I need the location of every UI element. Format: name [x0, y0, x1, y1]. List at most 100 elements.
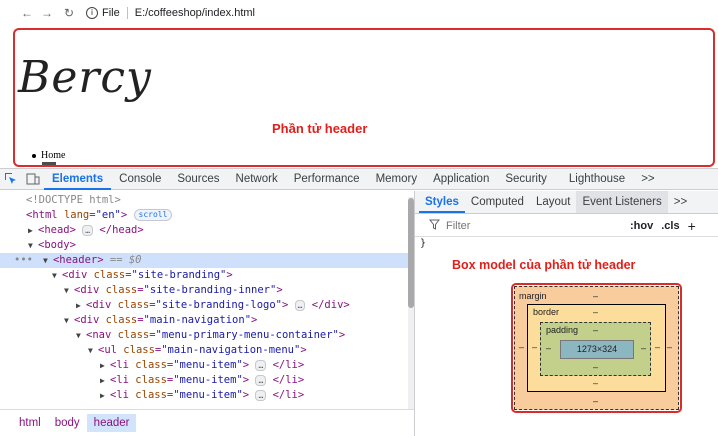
- margin-right-value[interactable]: –: [667, 342, 672, 352]
- new-rule-button[interactable]: +: [688, 218, 696, 234]
- dom-header-selected[interactable]: ••• ▼ <header> == $0: [14, 253, 141, 268]
- node-tag: <li: [110, 374, 136, 386]
- forward-arrow-icon[interactable]: →: [40, 6, 54, 20]
- node-attr-value: "menu-primary-menu-container": [155, 329, 339, 341]
- dom-node-row[interactable]: ▼ <nav class="menu-primary-menu-container…: [76, 328, 345, 343]
- address-bar[interactable]: i File E:/coffeeshop/index.html: [86, 4, 255, 22]
- padding-label: padding: [546, 325, 579, 335]
- inspect-element-icon[interactable]: [0, 169, 22, 189]
- tab-network[interactable]: Network: [228, 169, 286, 189]
- node-tag: <li: [110, 389, 136, 401]
- tab-event-listeners[interactable]: Event Listeners: [576, 191, 668, 213]
- breadcrumb-body[interactable]: body: [48, 414, 87, 432]
- border-left-value[interactable]: –: [532, 342, 537, 352]
- styles-filter-input[interactable]: [446, 219, 626, 232]
- tab-console[interactable]: Console: [111, 169, 169, 189]
- collapse-triangle-icon[interactable]: ▼: [52, 268, 62, 283]
- border-bottom-value[interactable]: –: [593, 378, 598, 388]
- node-attr-name: class: [135, 374, 167, 386]
- border-right-value[interactable]: –: [655, 342, 660, 352]
- node-attr-name: class: [117, 299, 150, 311]
- tab-layout[interactable]: Layout: [530, 191, 577, 213]
- more-tabs-button[interactable]: >>: [633, 169, 662, 189]
- tab-computed[interactable]: Computed: [465, 191, 530, 213]
- node-bracket: >: [338, 329, 346, 341]
- margin-left-value[interactable]: –: [519, 342, 524, 352]
- cls-toggle[interactable]: .cls: [661, 220, 679, 232]
- collapsed-ellipsis[interactable]: …: [255, 359, 267, 371]
- expand-triangle-icon[interactable]: ▶: [100, 373, 110, 388]
- expand-triangle-icon[interactable]: ▶: [100, 358, 110, 373]
- breadcrumb-header[interactable]: header: [86, 414, 137, 432]
- collapsed-ellipsis[interactable]: …: [255, 374, 267, 386]
- dom-node-row[interactable]: ▶ <div class="site-branding-logo"> … </di…: [76, 298, 350, 313]
- border-label: border: [533, 307, 560, 317]
- back-arrow-icon[interactable]: ←: [20, 6, 34, 20]
- more-styles-tabs-button[interactable]: >>: [668, 191, 693, 213]
- collapse-triangle-icon[interactable]: ▼: [64, 313, 74, 328]
- dom-node-row[interactable]: ▶ <li class="menu-item"> … </li>: [100, 358, 304, 373]
- collapse-triangle-icon[interactable]: ▼: [43, 253, 53, 268]
- padding-right-value[interactable]: –: [641, 343, 646, 353]
- collapsed-ellipsis[interactable]: …: [82, 224, 94, 236]
- hov-toggle[interactable]: :hov: [630, 220, 653, 232]
- padding-left-value[interactable]: –: [546, 343, 551, 353]
- expand-triangle-icon[interactable]: ▶: [28, 223, 38, 238]
- dom-node-row[interactable]: ▼ <div class="site-branding-inner">: [64, 283, 283, 298]
- node-close-tag: </div>: [305, 299, 350, 311]
- collapsed-ellipsis[interactable]: …: [255, 389, 267, 401]
- expand-triangle-icon[interactable]: ▶: [100, 388, 110, 403]
- dom-body[interactable]: ▼ <body>: [28, 238, 76, 253]
- scroll-badge[interactable]: scroll: [133, 209, 173, 221]
- node-close-tag: </li>: [266, 374, 305, 386]
- dom-node-row[interactable]: ▶ <li class="menu-item"> … </li>: [100, 373, 304, 388]
- menu-item-label[interactable]: Home: [41, 150, 65, 161]
- device-toolbar-icon[interactable]: [22, 169, 44, 189]
- margin-bottom-value[interactable]: –: [593, 396, 598, 406]
- border-top-value[interactable]: –: [593, 307, 598, 317]
- tab-lighthouse[interactable]: Lighthouse: [561, 169, 633, 189]
- node-attr-name: class: [93, 269, 126, 281]
- node-attr-value: "menu-item": [173, 374, 243, 386]
- box-model-content-size[interactable]: 1273×324: [560, 340, 634, 359]
- tab-sources[interactable]: Sources: [169, 169, 227, 189]
- header-annotation: Phần tử header: [272, 121, 368, 136]
- node-close-tag: </li>: [266, 389, 305, 401]
- row-more-icon[interactable]: •••: [14, 254, 33, 266]
- node-attr-name: class: [135, 359, 167, 371]
- dom-doctype[interactable]: <!DOCTYPE html>: [26, 193, 121, 208]
- collapse-triangle-icon[interactable]: ▼: [88, 343, 98, 358]
- url-text[interactable]: E:/coffeeshop/index.html: [135, 7, 255, 19]
- tab-elements[interactable]: Elements: [44, 169, 112, 190]
- node-bracket: >: [251, 314, 258, 326]
- html-attr-name: lang: [63, 209, 90, 221]
- tab-memory[interactable]: Memory: [368, 169, 426, 189]
- node-attr-value: "site-branding-logo": [155, 299, 282, 311]
- dom-node-row[interactable]: ▼ <div class="main-navigation">: [64, 313, 257, 328]
- reload-icon[interactable]: ↻: [62, 6, 76, 20]
- dom-node-row[interactable]: ▶ <li class="menu-item"> … </li>: [100, 388, 304, 403]
- dom-node-row[interactable]: ▼ <ul class="main-navigation-menu">: [88, 343, 307, 358]
- collapse-triangle-icon[interactable]: ▼: [64, 283, 74, 298]
- expand-triangle-icon[interactable]: ▶: [76, 298, 86, 313]
- info-icon[interactable]: i: [86, 7, 98, 19]
- node-bracket: >: [242, 374, 256, 386]
- collapsed-ellipsis[interactable]: …: [294, 299, 306, 311]
- menu-item-home[interactable]: Home: [32, 150, 65, 161]
- site-logo[interactable]: Bercy: [18, 52, 152, 103]
- tab-styles[interactable]: Styles: [419, 191, 465, 213]
- header-tag: <header>: [52, 254, 104, 266]
- dom-node-row[interactable]: ▼ <div class="site-branding">: [52, 268, 233, 283]
- tab-application[interactable]: Application: [425, 169, 497, 189]
- tab-security[interactable]: Security: [497, 169, 555, 189]
- bullet-icon: [32, 153, 36, 158]
- tab-performance[interactable]: Performance: [286, 169, 368, 189]
- dom-html[interactable]: <html lang="en"> scroll: [26, 208, 173, 223]
- padding-bottom-value[interactable]: –: [593, 362, 598, 372]
- dom-head[interactable]: ▶ <head> … </head>: [28, 223, 144, 238]
- breadcrumb-html[interactable]: html: [12, 414, 48, 432]
- margin-top-value[interactable]: –: [593, 291, 598, 301]
- padding-top-value[interactable]: –: [593, 325, 598, 335]
- collapse-triangle-icon[interactable]: ▼: [28, 238, 38, 253]
- collapse-triangle-icon[interactable]: ▼: [76, 328, 86, 343]
